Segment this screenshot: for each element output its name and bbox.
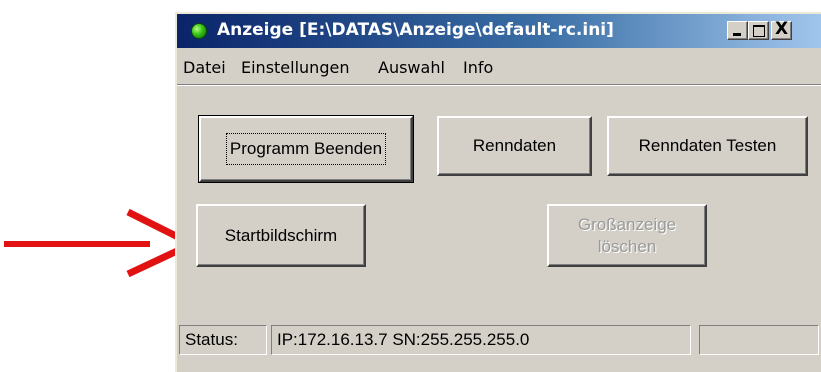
renndaten-testen-label: Renndaten Testen — [638, 136, 777, 155]
startbildschirm-button[interactable]: Startbildschirm — [196, 204, 366, 267]
red-arrow-icon — [4, 208, 200, 278]
startbildschirm-label: Startbildschirm — [224, 225, 338, 245]
close-icon: X — [775, 19, 789, 39]
menu-bar: Datei Einstellungen Auswahl Info — [177, 48, 821, 84]
renndaten-testen-button[interactable]: Renndaten Testen — [607, 116, 808, 176]
status-label: Status: — [179, 325, 267, 355]
maximize-icon — [753, 25, 765, 37]
minimize-button[interactable] — [727, 21, 748, 40]
renndaten-button[interactable]: Renndaten — [437, 116, 592, 176]
window-title: Anzeige [E:\DATAS\Anzeige\default-rc.ini… — [217, 20, 614, 40]
grossanzeige-label-line1: Großanzeige — [577, 214, 677, 234]
minimize-icon — [733, 33, 741, 36]
menu-info[interactable]: Info — [463, 58, 493, 77]
menu-einstellungen[interactable]: Einstellungen — [241, 58, 349, 77]
status-extra-panel — [699, 325, 819, 355]
grossanzeige-loeschen-label: Großanzeige löschen — [578, 214, 676, 258]
menu-divider — [177, 84, 821, 86]
menu-auswahl[interactable]: Auswahl — [378, 58, 445, 77]
renndaten-label: Renndaten — [472, 136, 557, 155]
status-bar: Status: IP:172.16.13.7 SN:255.255.255.0 — [177, 322, 821, 362]
title-bar[interactable]: Anzeige [E:\DATAS\Anzeige\default-rc.ini… — [177, 14, 821, 48]
close-button[interactable]: X — [771, 19, 792, 40]
grossanzeige-label-line2: löschen — [597, 236, 657, 256]
grossanzeige-loeschen-button[interactable]: Großanzeige löschen — [547, 204, 707, 267]
green-circle-icon — [191, 23, 207, 39]
menu-datei[interactable]: Datei — [183, 58, 226, 77]
programm-beenden-label: Programm Beenden — [225, 133, 387, 165]
programm-beenden-button[interactable]: Programm Beenden — [198, 115, 414, 183]
maximize-button[interactable] — [748, 21, 769, 40]
app-window: Anzeige [E:\DATAS\Anzeige\default-rc.ini… — [175, 12, 821, 372]
status-network-info: IP:172.16.13.7 SN:255.255.255.0 — [271, 325, 691, 355]
